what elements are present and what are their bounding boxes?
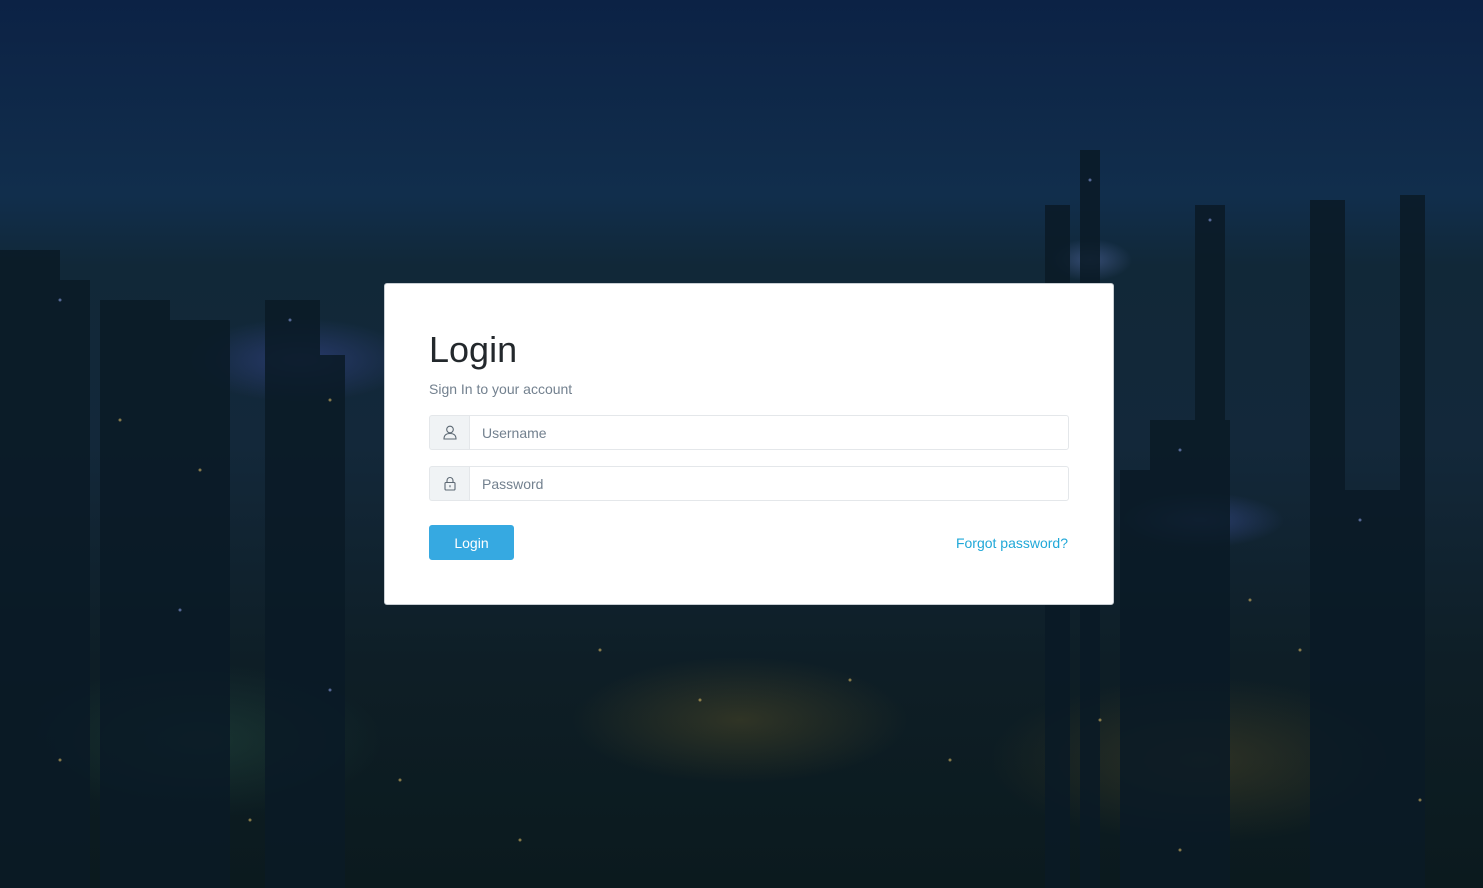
password-input[interactable]: [469, 466, 1069, 501]
username-input-group: [429, 415, 1069, 450]
login-subtitle: Sign In to your account: [429, 381, 573, 397]
login-card: Login Sign In to your account Login Forg…: [384, 283, 1114, 605]
password-input-group: [429, 466, 1069, 501]
user-icon: [429, 415, 469, 450]
username-input[interactable]: [469, 415, 1069, 450]
login-button[interactable]: Login: [429, 525, 514, 560]
forgot-password-link[interactable]: Forgot password?: [956, 535, 1068, 551]
lock-icon: [429, 466, 469, 501]
login-title: Login: [429, 329, 518, 370]
